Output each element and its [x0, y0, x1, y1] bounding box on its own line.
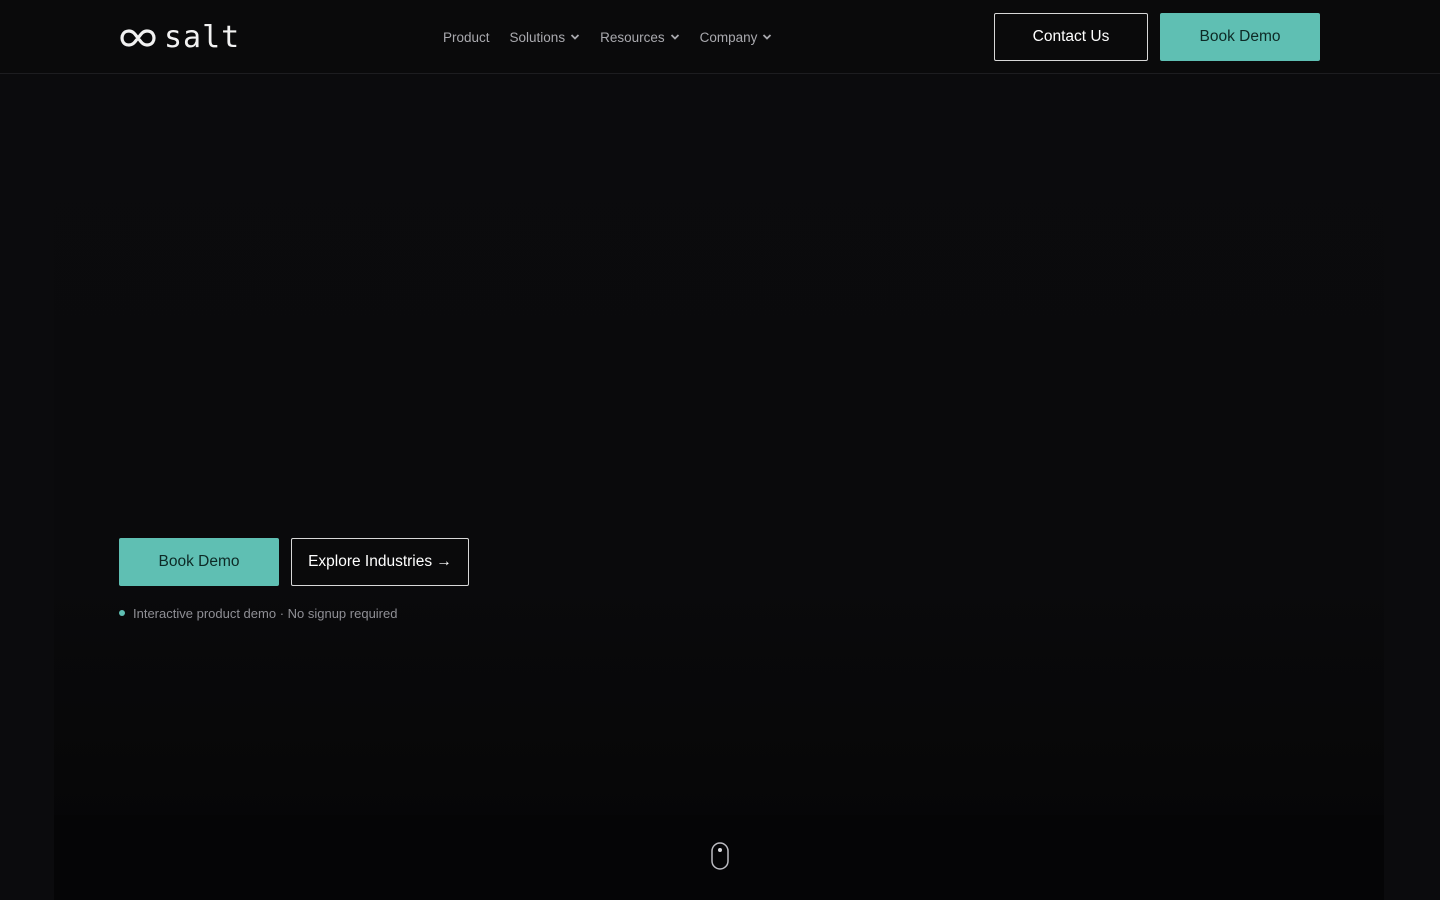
infinity-loop-icon [120, 27, 156, 49]
hero-note: Interactive product demo · No signup req… [119, 604, 397, 622]
nav-item-resources[interactable]: Resources [600, 30, 680, 45]
chevron-down-icon [570, 34, 580, 40]
chevron-down-icon [763, 34, 772, 40]
nav-item-solutions[interactable]: Solutions [510, 30, 581, 45]
hero-book-demo-button[interactable]: Book Demo [119, 538, 279, 586]
hero-panel [54, 74, 1384, 900]
nav-item-label: Product [443, 29, 490, 45]
contact-us-button[interactable]: Contact Us [994, 13, 1148, 61]
nav-item-label: Solutions [509, 29, 566, 45]
nav-item-label: Resources [600, 29, 665, 45]
nav-item-product[interactable]: Product [443, 30, 490, 45]
hero-note-text: Interactive product demo · No signup req… [133, 605, 398, 621]
nav-item-label: Company [699, 29, 758, 45]
status-dot-icon [119, 610, 125, 616]
main-nav: Product Solutions Resources Company [443, 26, 792, 48]
mouse-scroll-icon[interactable] [711, 842, 729, 870]
page: salt Product Solutions Resources Company [0, 0, 1440, 900]
site-header: salt Product Solutions Resources Company [0, 0, 1440, 74]
brand-logo[interactable]: salt [120, 22, 240, 54]
book-demo-button[interactable]: Book Demo [1160, 13, 1320, 61]
chevron-down-icon [670, 34, 679, 40]
explore-industries-button[interactable]: Explore Industries → [291, 538, 469, 586]
brand-name: salt [164, 20, 241, 55]
nav-item-company[interactable]: Company [700, 30, 773, 45]
